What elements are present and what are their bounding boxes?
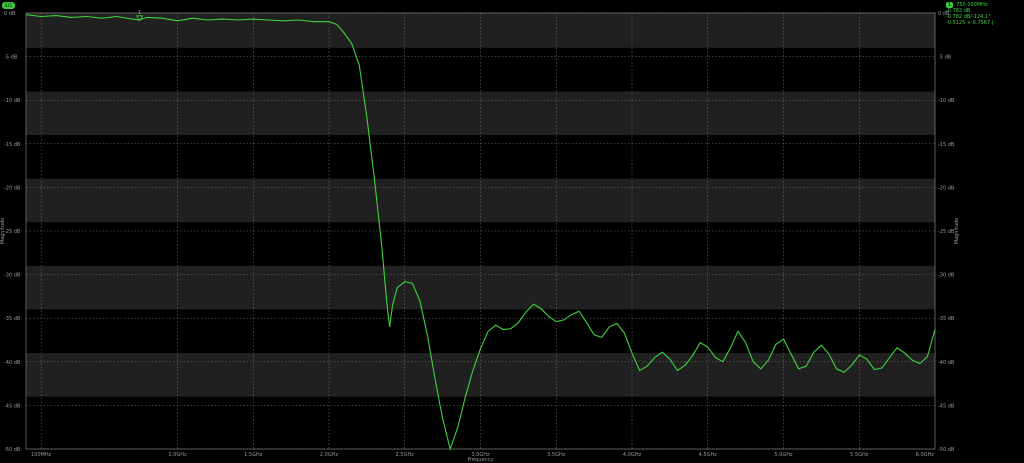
y-tick-label: 0 dB bbox=[938, 11, 950, 17]
y-tick-label: -45 dB bbox=[938, 403, 955, 409]
y-tick-label: -5 dB bbox=[938, 55, 952, 61]
x-tick-label: 4.5GHz bbox=[699, 452, 718, 458]
x-tick-label: 6.0GHz bbox=[916, 452, 935, 458]
y-tick-label: -30 dB bbox=[938, 273, 955, 279]
y-tick-label: -25 dB bbox=[938, 229, 955, 235]
y-tick-label: -15 dB bbox=[938, 142, 955, 148]
y-tick-label: -30 dB bbox=[4, 273, 21, 279]
y-tick-label: -40 dB bbox=[4, 360, 21, 366]
x-tick-label: 4.0GHz bbox=[623, 452, 642, 458]
y-tick-label: -45 dB bbox=[4, 403, 21, 409]
x-tick-label: 3.5GHz bbox=[547, 452, 566, 458]
x-tick-label: 100MHz bbox=[31, 452, 52, 458]
y-tick-label: 0 dB bbox=[4, 11, 16, 17]
y-tick-label: -35 dB bbox=[4, 316, 21, 322]
y-tick-labels-left: 0 dB -5 dB -10 dB -15 dB -20 dB -25 dB -30 dB -… bbox=[4, 11, 21, 453]
y-tick-label: -40 dB bbox=[938, 360, 955, 366]
y-tick-labels-right: 0 dB -5 dB -10 dB -15 dB -20 dB -25 dB -30 dB -… bbox=[938, 11, 955, 453]
x-tick-label: 5.0GHz bbox=[774, 452, 793, 458]
y-tick-label: -20 dB bbox=[4, 185, 21, 191]
y-tick-label: -25 dB bbox=[4, 229, 21, 235]
y-tick-label: -20 dB bbox=[938, 185, 955, 191]
x-tick-label: 1.5GHz bbox=[244, 452, 263, 458]
y-tick-label: -35 dB bbox=[938, 316, 955, 322]
y-tick-label: -5 dB bbox=[4, 55, 18, 61]
y-axis-label-right: Magnitude bbox=[954, 218, 960, 245]
x-tick-label: 5.5GHz bbox=[850, 452, 869, 458]
y-tick-label: -15 dB bbox=[4, 142, 21, 148]
x-tick-label: 2.5GHz bbox=[396, 452, 415, 458]
s21-chart[interactable]: 0 dB -5 dB -10 dB -15 dB -20 dB -25 dB -30 dB -… bbox=[0, 0, 1024, 463]
y-axis-label-left: Magnitude bbox=[0, 218, 6, 245]
y-tick-label: -10 dB bbox=[938, 98, 955, 104]
marker-label: 1 bbox=[138, 10, 141, 16]
x-tick-label: 2.0GHz bbox=[320, 452, 339, 458]
y-tick-label: -50 dB bbox=[4, 447, 21, 453]
y-tick-label: -10 dB bbox=[4, 98, 21, 104]
x-axis-label: Frequency bbox=[468, 457, 494, 463]
x-tick-label: 1.0GHz bbox=[168, 452, 187, 458]
y-tick-label: -50 dB bbox=[938, 447, 955, 453]
